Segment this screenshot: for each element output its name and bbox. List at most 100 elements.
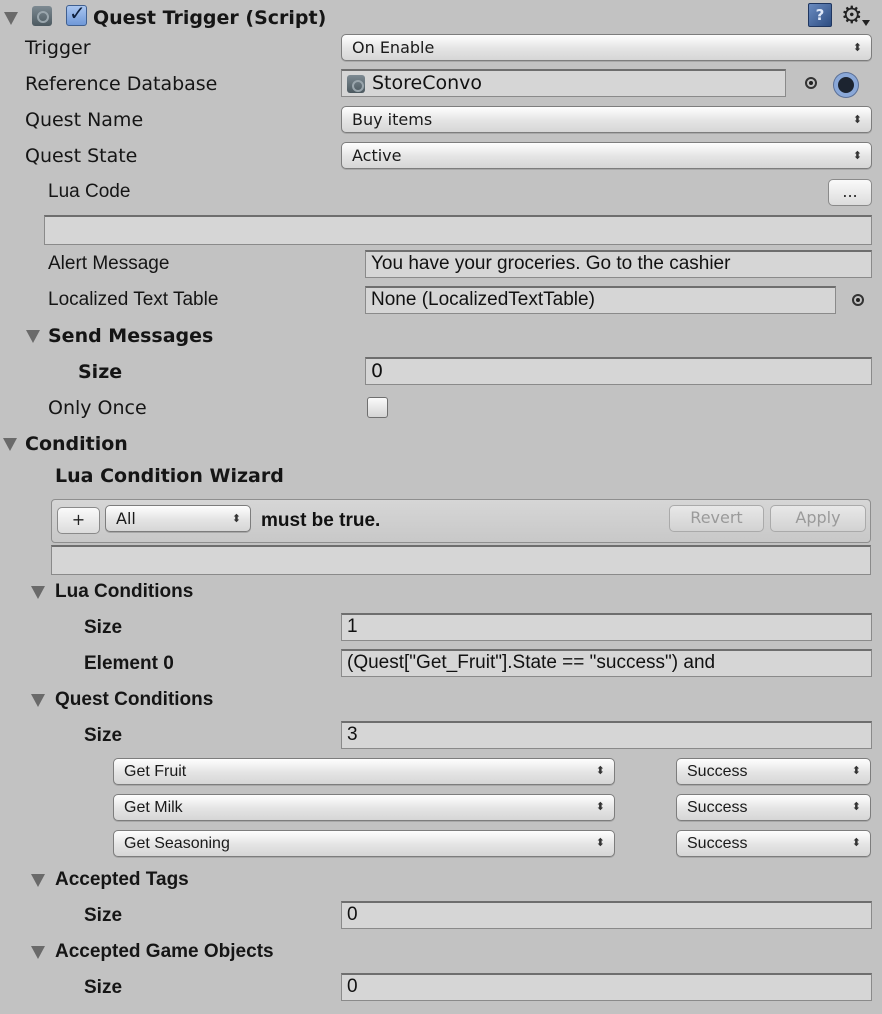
alert-message-input[interactable]: You have your groceries. Go to the cashi… [365, 250, 872, 278]
gear-caret-icon [862, 20, 870, 26]
element-0-label: Element 0 [84, 653, 174, 674]
dropdown-arrows-icon: ⬍ [851, 801, 861, 813]
accepted-game-objects-header[interactable]: Accepted Game Objects [0, 934, 882, 970]
condition-mode-value: All [116, 509, 136, 528]
accepted-game-objects-size-row: Size 0 [0, 970, 882, 1006]
localized-text-table-field[interactable]: None (LocalizedTextTable) [365, 286, 836, 314]
database-asset-icon [347, 75, 365, 93]
send-messages-label: Send Messages [48, 325, 214, 347]
lua-code-input[interactable] [44, 215, 872, 245]
send-messages-size-input[interactable]: 0 [365, 357, 872, 385]
accepted-tags-size-input[interactable]: 0 [341, 901, 872, 929]
reference-database-field[interactable]: StoreConvo [341, 69, 786, 97]
condition-header[interactable]: Condition [0, 426, 882, 462]
quest-conditions-size-label: Size [84, 725, 123, 746]
quest-conditions-size-row: Size 3 [0, 718, 882, 754]
quest-conditions-header[interactable]: Quest Conditions [0, 682, 882, 718]
reference-database-label: Reference Database [25, 73, 218, 95]
must-be-true-label: must be true. [261, 510, 381, 531]
accepted-tags-label: Accepted Tags [55, 869, 189, 890]
foldout-arrow-icon[interactable] [31, 586, 45, 599]
quest-state-value: Active [352, 146, 402, 165]
quest-state-dropdown[interactable]: Active ⬍ [341, 142, 872, 169]
lua-condition-preview[interactable] [51, 545, 871, 575]
quest-condition-quest-value: Get Fruit [124, 763, 187, 780]
dropdown-arrows-icon: ⬍ [852, 149, 862, 162]
quest-name-dropdown[interactable]: Buy items ⬍ [341, 106, 872, 133]
dropdown-arrows-icon: ⬍ [595, 765, 605, 777]
lua-conditions-size-input[interactable]: 1 [341, 613, 872, 641]
reference-database-row: Reference Database StoreConvo [0, 66, 882, 102]
dropdown-arrows-icon: ⬍ [851, 765, 861, 777]
accepted-tags-size-row: Size 0 [0, 898, 882, 934]
trigger-row: Trigger On Enable ⬍ [0, 30, 882, 66]
object-picker-icon[interactable] [805, 77, 817, 89]
quest-condition-state-value: Success [687, 799, 748, 816]
dropdown-arrows-icon: ⬍ [852, 113, 862, 126]
quest-condition-quest-dropdown[interactable]: Get Fruit ⬍ [113, 758, 615, 785]
component-enabled-checkbox[interactable] [66, 1, 87, 26]
help-icon[interactable]: ? [808, 3, 832, 27]
quest-condition-quest-value: Get Milk [124, 799, 183, 816]
reference-database-value: StoreConvo [372, 72, 483, 94]
trigger-dropdown[interactable]: On Enable ⬍ [341, 34, 872, 61]
quest-name-row: Quest Name Buy items ⬍ [0, 102, 882, 138]
lua-condition-wizard-title-row: Lua Condition Wizard [0, 458, 882, 494]
apply-button[interactable]: Apply [770, 505, 866, 532]
foldout-arrow-icon[interactable] [31, 694, 45, 707]
only-once-row: Only Once [0, 390, 882, 426]
localized-text-table-label: Localized Text Table [48, 289, 219, 310]
foldout-arrow-icon[interactable] [31, 946, 45, 959]
quest-conditions-label: Quest Conditions [55, 689, 214, 710]
condition-mode-dropdown[interactable]: All ⬍ [105, 505, 251, 532]
trigger-value: On Enable [352, 38, 435, 57]
accepted-tags-header[interactable]: Accepted Tags [0, 862, 882, 898]
quest-state-label: Quest State [25, 145, 138, 167]
accepted-game-objects-size-input[interactable]: 0 [341, 973, 872, 1001]
accepted-game-objects-label: Accepted Game Objects [55, 941, 274, 962]
send-messages-header[interactable]: Send Messages [0, 318, 882, 354]
foldout-arrow-icon[interactable] [26, 330, 40, 343]
trigger-label: Trigger [25, 37, 91, 59]
lua-conditions-size-label: Size [84, 617, 123, 638]
foldout-arrow-icon[interactable] [4, 12, 18, 25]
gear-icon[interactable]: ⚙ [841, 3, 863, 27]
dropdown-arrows-icon: ⬍ [595, 837, 605, 849]
send-messages-size-row: Size 0 [0, 354, 882, 390]
quest-name-value: Buy items [352, 110, 433, 129]
lua-code-label: Lua Code [48, 181, 131, 202]
revert-button[interactable]: Revert [669, 505, 764, 532]
object-picker-icon[interactable] [852, 294, 864, 306]
quest-condition-state-dropdown[interactable]: Success ⬍ [676, 830, 871, 857]
quest-condition-state-dropdown[interactable]: Success ⬍ [676, 794, 871, 821]
lua-conditions-header[interactable]: Lua Conditions [0, 574, 882, 610]
quest-condition-quest-dropdown[interactable]: Get Milk ⬍ [113, 794, 615, 821]
quest-condition-quest-value: Get Seasoning [124, 835, 230, 852]
unity-script-icon [32, 6, 52, 26]
alert-message-row: Alert Message You have your groceries. G… [0, 246, 882, 282]
foldout-arrow-icon[interactable] [3, 438, 17, 451]
foldout-arrow-icon[interactable] [31, 874, 45, 887]
add-condition-button[interactable]: + [57, 507, 100, 534]
only-once-label: Only Once [48, 397, 147, 419]
dropdown-arrows-icon: ⬍ [852, 41, 862, 54]
accepted-game-objects-size-label: Size [84, 977, 123, 998]
quest-condition-state-value: Success [687, 763, 748, 780]
quest-condition-state-value: Success [687, 835, 748, 852]
lua-code-row: Lua Code ... [0, 174, 882, 210]
dropdown-arrows-icon: ⬍ [851, 837, 861, 849]
localized-text-table-row: Localized Text Table None (LocalizedText… [0, 282, 882, 318]
quest-conditions-size-input[interactable]: 3 [341, 721, 872, 749]
only-once-checkbox[interactable] [367, 397, 388, 418]
lua-code-wizard-button[interactable]: ... [828, 179, 872, 206]
element-0-input[interactable]: (Quest["Get_Fruit"].State == "success") … [341, 649, 872, 677]
quest-condition-state-dropdown[interactable]: Success ⬍ [676, 758, 871, 785]
lua-conditions-size-row: Size 1 [0, 610, 882, 646]
select-database-icon[interactable] [834, 73, 858, 97]
quest-state-row: Quest State Active ⬍ [0, 138, 882, 174]
quest-condition-quest-dropdown[interactable]: Get Seasoning ⬍ [113, 830, 615, 857]
alert-message-label: Alert Message [48, 253, 170, 274]
lua-condition-wizard-title: Lua Condition Wizard [55, 465, 284, 487]
condition-label: Condition [25, 433, 128, 455]
accepted-tags-size-label: Size [84, 905, 123, 926]
